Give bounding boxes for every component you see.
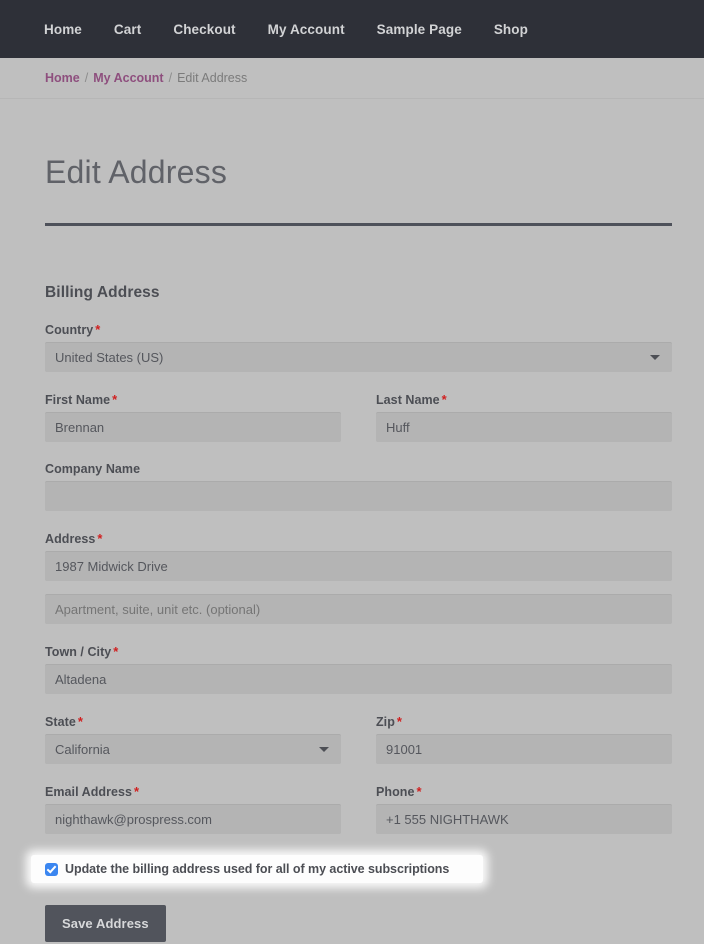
page-title: Edit Address xyxy=(45,154,228,190)
breadcrumb: Home / My Account / Edit Address xyxy=(0,58,704,99)
label-zip: Zip * xyxy=(376,714,672,729)
breadcrumb-home[interactable]: Home xyxy=(45,71,80,85)
nav-item-shop[interactable]: Shop xyxy=(494,22,528,37)
update-subscriptions-row[interactable]: Update the billing address used for all … xyxy=(31,855,483,884)
phone-input[interactable] xyxy=(376,804,672,835)
field-zip: Zip * xyxy=(376,714,672,765)
page-root: Home Cart Checkout My Account Sample Pag… xyxy=(0,0,704,944)
required-marker: * xyxy=(77,714,83,730)
label-address: Address * xyxy=(45,531,672,546)
state-select-wrap: California xyxy=(45,734,341,765)
field-first-name: First Name * xyxy=(45,392,341,443)
required-marker: * xyxy=(134,784,140,800)
field-address-line-2 xyxy=(45,594,672,625)
label-country-text: Country xyxy=(45,323,94,338)
label-first-name: First Name * xyxy=(45,392,341,407)
main-content: Edit Address Billing Address Country * Un… xyxy=(0,99,704,943)
company-name-input[interactable] xyxy=(45,481,672,512)
required-marker: * xyxy=(416,784,422,800)
nav-item-cart[interactable]: Cart xyxy=(114,22,141,37)
title-divider xyxy=(45,223,672,227)
label-email: Email Address * xyxy=(45,784,341,799)
last-name-input[interactable] xyxy=(376,412,672,443)
field-address-line-1: Address * xyxy=(45,531,672,582)
nav-item-home[interactable]: Home xyxy=(44,22,82,37)
update-subscriptions-label: Update the billing address used for all … xyxy=(65,862,450,877)
state-select[interactable]: California xyxy=(45,734,341,765)
field-state: State * California xyxy=(45,714,341,765)
update-subscriptions-checkbox[interactable] xyxy=(45,862,58,876)
breadcrumb-my-account[interactable]: My Account xyxy=(93,71,163,85)
town-city-input[interactable] xyxy=(45,664,672,695)
breadcrumb-current: Edit Address xyxy=(177,71,248,85)
label-address-text: Address xyxy=(45,532,96,547)
required-marker: * xyxy=(441,392,447,408)
billing-address-heading: Billing Address xyxy=(45,284,160,302)
name-row: First Name* Last Name* xyxy=(45,392,672,443)
required-marker: * xyxy=(113,644,119,660)
label-first-name-text: First Name xyxy=(45,393,111,408)
label-town-city-text: Town / City xyxy=(45,645,112,660)
label-email-text: Email Address xyxy=(45,785,133,800)
field-last-name: Last Name * xyxy=(376,392,672,443)
label-zip-text: Zip xyxy=(376,715,395,730)
field-company-name: Company Name xyxy=(45,462,672,512)
save-address-button[interactable]: Save Address xyxy=(45,905,166,943)
first-name-input[interactable] xyxy=(45,412,341,443)
label-state-text: State xyxy=(45,715,76,730)
label-company-name: Company Name xyxy=(45,462,141,477)
field-phone: Phone * xyxy=(376,784,672,835)
breadcrumb-separator: / xyxy=(168,71,173,85)
label-phone: Phone * xyxy=(376,784,672,799)
required-marker: * xyxy=(396,714,403,730)
required-marker: * xyxy=(97,531,103,547)
label-country: Country * xyxy=(45,322,672,337)
breadcrumb-separator: / xyxy=(84,71,89,85)
field-email: Email Address * xyxy=(45,784,341,835)
contact-row: Email Address* Phone* xyxy=(45,784,672,835)
address-line-2-input[interactable] xyxy=(45,594,672,625)
nav-item-sample-page[interactable]: Sample Page xyxy=(377,22,462,37)
field-country: Country * United States (US) xyxy=(45,322,672,373)
required-marker: * xyxy=(95,322,101,338)
address-line-1-input[interactable] xyxy=(45,551,672,582)
field-town-city: Town / City * xyxy=(45,644,672,695)
zip-input[interactable] xyxy=(376,734,672,765)
state-zip-row: State * California Zip * xyxy=(45,714,672,765)
required-marker: * xyxy=(112,392,118,408)
label-state: State * xyxy=(45,714,341,729)
label-town-city: Town / City * xyxy=(45,644,672,659)
nav-item-my-account[interactable]: My Account xyxy=(268,22,345,37)
label-last-name-text: Last Name xyxy=(376,393,440,408)
label-phone-text: Phone xyxy=(376,785,415,800)
country-select-wrap: United States (US) xyxy=(45,342,672,373)
nav-item-checkout[interactable]: Checkout xyxy=(173,22,235,37)
country-select[interactable]: United States (US) xyxy=(45,342,672,373)
label-last-name: Last Name * xyxy=(376,392,672,407)
primary-navigation: Home Cart Checkout My Account Sample Pag… xyxy=(0,0,704,58)
email-input[interactable] xyxy=(45,804,341,835)
